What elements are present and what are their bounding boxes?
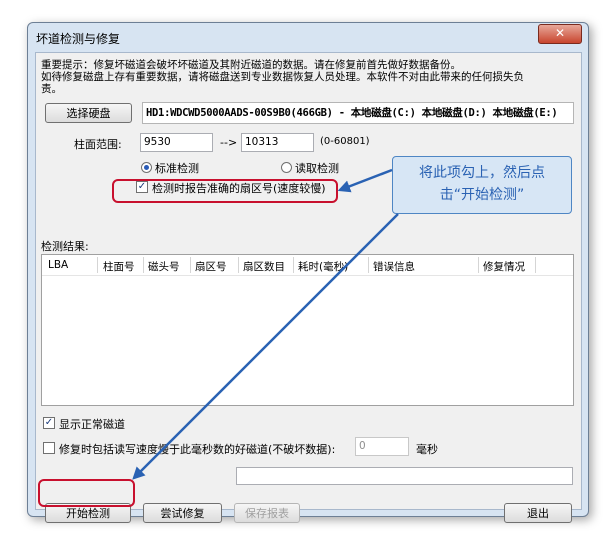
- arrow-to-checkbox: [337, 168, 393, 193]
- annotation-arrows: [132, 168, 399, 480]
- arrow-to-start-button: [132, 213, 399, 480]
